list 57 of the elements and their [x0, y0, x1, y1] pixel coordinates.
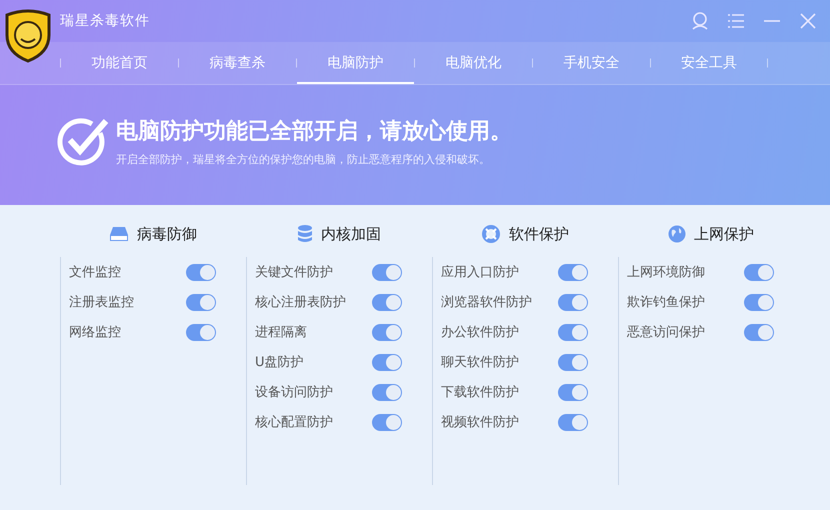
nav-tab[interactable]: 功能首页 — [60, 42, 178, 84]
globe-icon — [668, 225, 686, 243]
option-label: 聊天软件防护 — [441, 354, 520, 371]
option-label: 文件监控 — [69, 264, 122, 281]
toggle-switch[interactable] — [186, 264, 216, 280]
shield-logo-icon — [3, 9, 53, 63]
toggle-switch[interactable] — [372, 264, 402, 280]
option-label: 上网环境防御 — [627, 264, 706, 281]
menu-icon[interactable] — [726, 11, 746, 31]
toggle-switch[interactable] — [558, 414, 588, 430]
option-label: 进程隔离 — [255, 324, 308, 341]
banner-subtitle: 开启全部防护，瑞星将全方位的保护您的电脑，防止恶意程序的入侵和破坏。 — [116, 152, 491, 166]
toggle-switch[interactable] — [558, 294, 588, 310]
toggle-switch[interactable] — [372, 324, 402, 340]
option-label: 核心注册表防护 — [255, 294, 347, 311]
toggle-switch[interactable] — [744, 264, 774, 280]
toggle-switch[interactable] — [372, 414, 402, 430]
nav-tab[interactable]: 电脑防护 — [296, 42, 414, 84]
option-label: 关键文件防护 — [255, 264, 334, 281]
toggle-switch[interactable] — [558, 264, 588, 280]
option-label: 浏览器软件防护 — [441, 294, 533, 311]
option-label: U盘防护 — [255, 354, 305, 371]
banner-title: 电脑防护功能已全部开启，请放心使用。 — [116, 118, 512, 146]
user-icon[interactable] — [690, 11, 710, 31]
option-label: 视频软件防护 — [441, 414, 520, 431]
database-icon — [297, 224, 313, 244]
toggle-switch[interactable] — [744, 294, 774, 310]
option-label: 欺诈钓鱼保护 — [627, 294, 706, 311]
toggle-switch[interactable] — [372, 384, 402, 400]
option-label: 应用入口防护 — [441, 264, 520, 281]
nav-tab[interactable]: 电脑优化 — [414, 42, 532, 84]
option-label: 核心配置防护 — [255, 414, 334, 431]
option-label: 注册表监控 — [69, 294, 135, 311]
toggle-switch[interactable] — [558, 354, 588, 370]
section-title: 病毒防御 — [137, 224, 197, 244]
toggle-switch[interactable] — [372, 294, 402, 310]
toggle-switch[interactable] — [744, 324, 774, 340]
nav-tab[interactable]: 病毒查杀 — [178, 42, 296, 84]
toggle-switch[interactable] — [558, 384, 588, 400]
option-label: 恶意访问保护 — [627, 324, 706, 341]
window-title: 瑞星杀毒软件 — [60, 12, 150, 30]
nav-tab[interactable]: 安全工具 — [650, 42, 768, 84]
section-title: 内核加固 — [321, 224, 381, 244]
toggle-switch[interactable] — [186, 294, 216, 310]
toggle-switch[interactable] — [558, 324, 588, 340]
toggle-switch[interactable] — [372, 354, 402, 370]
close-icon[interactable] — [798, 11, 818, 31]
section-title: 软件保护 — [509, 224, 569, 244]
nav-tab[interactable]: 手机安全 — [532, 42, 650, 84]
option-label: 网络监控 — [69, 324, 122, 341]
option-label: 办公软件防护 — [441, 324, 520, 341]
drive-icon — [109, 226, 129, 242]
option-label: 设备访问防护 — [255, 384, 334, 401]
lifebuoy-icon — [481, 224, 501, 244]
toggle-switch[interactable] — [186, 324, 216, 340]
option-label: 下载软件防护 — [441, 384, 520, 401]
section-title: 上网保护 — [694, 224, 754, 244]
